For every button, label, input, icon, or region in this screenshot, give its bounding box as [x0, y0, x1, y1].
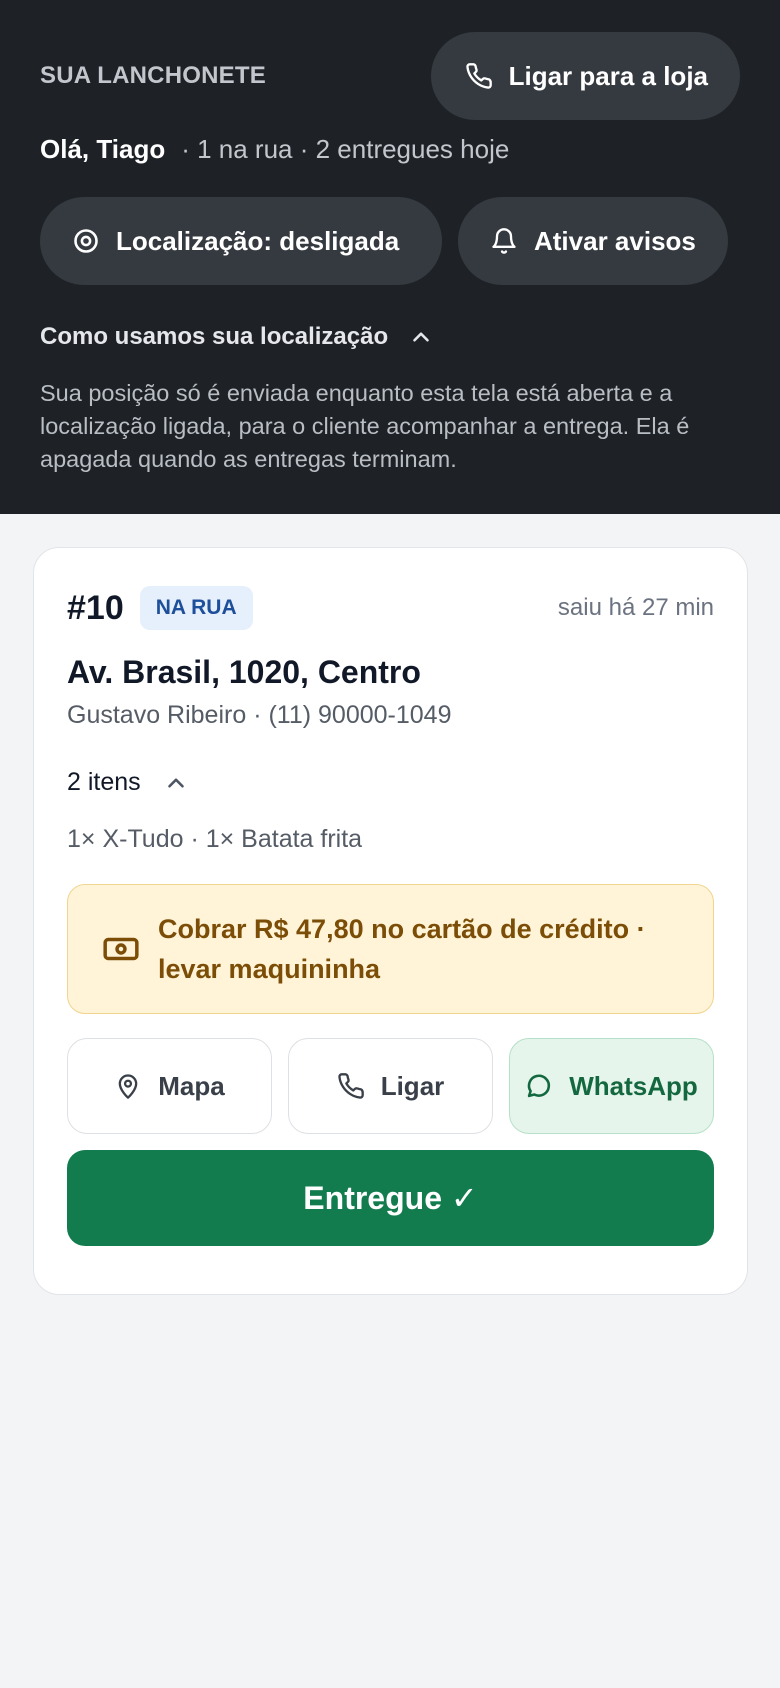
- mark-delivered-button[interactable]: Entregue ✓: [67, 1150, 714, 1246]
- items-toggle[interactable]: 2 itens: [67, 768, 714, 797]
- location-toggle-button[interactable]: Localização: desligada: [40, 197, 442, 285]
- location-info-toggle[interactable]: Como usamos sua localização: [40, 323, 740, 351]
- delivery-stats: · 1 na rua · 2 entregues hoje: [181, 134, 510, 164]
- items-list: 1× X-Tudo · 1× Batata frita: [67, 825, 363, 853]
- mark-delivered-label: Entregue ✓: [303, 1180, 478, 1216]
- order-card: #10 NA RUA saiu há 27 min Av. Brasil, 10…: [33, 547, 748, 1295]
- payment-note: Cobrar R$ 47,80 no cartão de crédito · l…: [67, 884, 714, 1014]
- map-label: Mapa: [158, 1070, 225, 1101]
- header: SUA LANCHONETE Ligar para a loja Olá, Ti…: [0, 0, 780, 514]
- whatsapp-button[interactable]: WhatsApp: [509, 1038, 714, 1134]
- notifications-label: Ativar avisos: [534, 225, 696, 256]
- location-explanation: Sua posição só é enviada enquanto esta t…: [40, 380, 690, 472]
- call-customer-button[interactable]: Ligar: [288, 1038, 493, 1134]
- delivery-address: Av. Brasil, 1020, Centro: [67, 654, 421, 690]
- enable-notifications-button[interactable]: Ativar avisos: [458, 197, 728, 285]
- phone-icon: [337, 1073, 364, 1099]
- brand-name: SUA LANCHONETE: [40, 62, 266, 89]
- payment-note-text: Cobrar R$ 47,80 no cartão de crédito · l…: [158, 914, 646, 984]
- departure-time: saiu há 27 min: [557, 594, 714, 621]
- map-pin-icon: [118, 1074, 138, 1099]
- call-store-label: Ligar para a loja: [508, 60, 708, 91]
- call-label: Ligar: [380, 1070, 445, 1101]
- whatsapp-label: WhatsApp: [569, 1070, 698, 1101]
- chevron-up-icon: [167, 777, 184, 788]
- map-button[interactable]: Mapa: [67, 1038, 272, 1134]
- bell-icon: [492, 228, 516, 254]
- chevron-up-icon: [413, 332, 429, 342]
- whatsapp-icon: [527, 1074, 551, 1098]
- call-store-button[interactable]: Ligar para a loja: [430, 32, 740, 120]
- target-icon: [74, 229, 98, 253]
- location-info-label: Como usamos sua localização: [40, 323, 389, 350]
- customer-info: Gustavo Ribeiro · (11) 90000-1049: [67, 701, 452, 729]
- status-badge: NA RUA: [139, 586, 253, 630]
- order-number: #10: [67, 588, 124, 627]
- cash-icon: [103, 937, 139, 961]
- phone-icon: [465, 63, 492, 89]
- location-label: Localização: desligada: [116, 225, 400, 256]
- greeting: Olá, Tiago: [40, 134, 166, 164]
- items-count: 2 itens: [67, 768, 141, 796]
